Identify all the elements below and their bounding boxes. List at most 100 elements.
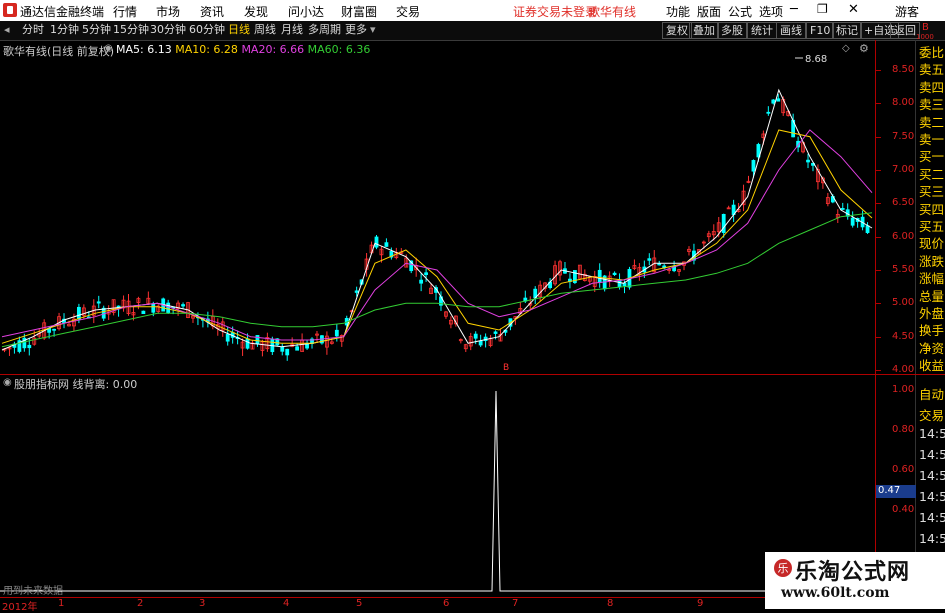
lower-side-label-2[interactable]: 14:56 [919, 426, 945, 441]
price-tick-mark-0 [876, 70, 881, 71]
quote-label-3[interactable]: 卖三 [919, 94, 944, 113]
quote-label-1[interactable]: 卖五 [919, 59, 944, 78]
sub-toggle-icon[interactable]: ◉ [3, 377, 12, 388]
app-title: 通达信金融终端 [20, 5, 105, 19]
candle-body [850, 217, 855, 226]
minimize-icon[interactable]: ─ [790, 2, 798, 17]
candle-body [806, 159, 810, 163]
quote-label-2[interactable]: 卖四 [919, 77, 944, 96]
close-icon[interactable]: ✕ [848, 2, 859, 17]
quote-label-6[interactable]: 买一 [919, 146, 944, 165]
period-30min[interactable]: 30分钟 [150, 23, 186, 37]
price-tick-8: 4.50 [892, 330, 915, 342]
price-tick-mark-1 [876, 103, 881, 105]
title-bar: 通达信金融终端 行情 市场 资讯 发现 问小达 财富圈 交易 证券交易未登录 歌… [0, 0, 945, 21]
period-60min[interactable]: 60分钟 [189, 23, 225, 37]
ma-line-ma10 [1, 129, 873, 344]
axis-divider [875, 40, 876, 595]
watermark-url: www.60lt.com [781, 585, 890, 601]
quote-label-14[interactable]: 总量 [919, 286, 944, 305]
candle-body [771, 99, 776, 104]
quote-label-13[interactable]: 涨幅 [919, 268, 944, 287]
period-day[interactable]: 日线 [228, 23, 250, 37]
lower-side-label-0[interactable]: 自动 [919, 384, 944, 403]
period-1min[interactable]: 1分钟 [50, 23, 79, 37]
ma-lines-group [1, 88, 873, 351]
period-week[interactable]: 周线 [254, 23, 276, 37]
period-more[interactable]: 更多 [345, 23, 367, 37]
menu-hangqing[interactable]: 行情 [113, 3, 137, 20]
candle-body [493, 331, 498, 334]
restore-icon[interactable]: ❐ [817, 2, 828, 16]
menu-gongneng[interactable]: 功能 [666, 3, 690, 20]
x-month-5: 5 [356, 598, 363, 609]
tool-tongji[interactable]: 统计 [747, 22, 777, 39]
price-tick-3: 7.00 [892, 164, 915, 175]
tool-diejia[interactable]: 叠加 [689, 22, 719, 39]
quote-label-18[interactable]: 收益 [919, 355, 944, 374]
lower-side-label-1[interactable]: 交易 [919, 405, 944, 424]
tool-f10[interactable]: F10 [806, 22, 835, 39]
price-tick-mark-2 [876, 136, 881, 138]
quote-label-0[interactable]: 委比 [919, 42, 944, 61]
menu-banmian[interactable]: 版面 [697, 3, 721, 20]
login-warning[interactable]: 证券交易未登录 [513, 3, 597, 20]
price-tick-mark-7 [876, 303, 881, 305]
candle-body [374, 236, 379, 248]
lower-side-label-4[interactable]: 14:56 [919, 468, 945, 483]
ma-line-ma60 [1, 212, 873, 348]
candle-body [721, 213, 726, 233]
candle-body [751, 160, 756, 172]
menu-jiaoyi[interactable]: 交易 [396, 3, 420, 20]
price-tick-mark-6 [876, 270, 881, 271]
quote-label-15[interactable]: 外盘 [919, 303, 944, 322]
lower-side-label-5[interactable]: 14:56 [919, 489, 945, 504]
quote-label-5[interactable]: 卖一 [919, 129, 944, 148]
indicator-chart[interactable] [0, 388, 875, 598]
price-tick-mark-5 [876, 236, 881, 238]
candle-body [478, 340, 483, 346]
period-fenshi[interactable]: 分时 [22, 23, 44, 37]
menu-wenxiaoda[interactable]: 问小达 [288, 3, 324, 20]
quote-label-8[interactable]: 买三 [919, 181, 944, 200]
period-15min[interactable]: 15分钟 [113, 23, 149, 37]
tool-biaoji[interactable]: 标记 [832, 22, 862, 39]
x-month-4: 4 [283, 598, 290, 609]
quote-label-17[interactable]: 净资 [919, 338, 944, 357]
lower-side-label-7[interactable]: 14:56 [919, 531, 945, 546]
period-5min[interactable]: 5分钟 [82, 23, 111, 37]
quote-label-10[interactable]: 买五 [919, 216, 944, 235]
candle-body [166, 302, 171, 314]
tool-duogu[interactable]: 多股 [717, 22, 747, 39]
tool-fuquan[interactable]: 复权 [662, 22, 692, 39]
quote-label-16[interactable]: 换手 [919, 320, 944, 339]
price-chart[interactable]: 8.683.77B [0, 40, 875, 374]
candle-body [181, 304, 185, 307]
candle-body [77, 306, 81, 320]
price-tick-7: 5.00 [892, 297, 915, 309]
candle-body [295, 346, 300, 351]
quote-label-7[interactable]: 买二 [919, 164, 944, 183]
tool-huaxian[interactable]: 画线 [776, 22, 806, 39]
menu-xuanxiang[interactable]: 选项 [759, 3, 783, 20]
quote-label-11[interactable]: 现价 [919, 233, 944, 252]
candle-body [245, 338, 250, 349]
guest-label[interactable]: 游客 [895, 3, 919, 20]
lower-side-label-6[interactable]: 14:56 [919, 510, 945, 525]
more-dropdown-icon[interactable]: ▾ [370, 23, 376, 37]
period-month[interactable]: 月线 [281, 23, 303, 37]
quote-label-4[interactable]: 卖二 [919, 112, 944, 131]
period-multi[interactable]: 多周期 [308, 23, 341, 37]
menu-faxian[interactable]: 发现 [244, 3, 268, 20]
lower-side-label-3[interactable]: 14:56 [919, 447, 945, 462]
candle-body [285, 348, 290, 356]
menu-zixun[interactable]: 资讯 [200, 3, 224, 20]
menu-gongshi[interactable]: 公式 [728, 3, 752, 20]
quote-label-12[interactable]: 涨跌 [919, 251, 944, 270]
collapse-icon[interactable]: ◂ [4, 23, 10, 37]
watermark-logo-icon: 乐 [773, 556, 793, 580]
menu-shichang[interactable]: 市场 [156, 3, 180, 20]
candle-body [840, 208, 845, 210]
quote-label-9[interactable]: 买四 [919, 199, 944, 218]
menu-caifuquan[interactable]: 财富圈 [341, 3, 377, 20]
